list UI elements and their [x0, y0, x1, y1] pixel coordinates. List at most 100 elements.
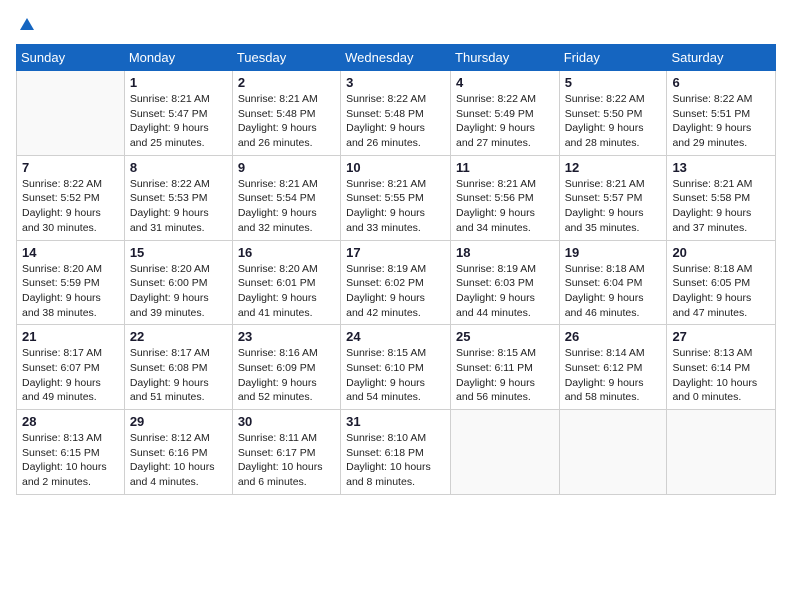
day-info: Sunrise: 8:10 AM Sunset: 6:18 PM Dayligh… — [346, 431, 445, 490]
calendar-cell: 20 Sunrise: 8:18 AM Sunset: 6:05 PM Dayli… — [667, 240, 776, 325]
calendar-cell: 21 Sunrise: 8:17 AM Sunset: 6:07 PM Dayli… — [17, 325, 125, 410]
calendar-cell: 6 Sunrise: 8:22 AM Sunset: 5:51 PM Daylig… — [667, 71, 776, 156]
calendar-cell: 30Sunrise: 8:11 AM Sunset: 6:17 PM Dayli… — [232, 410, 340, 495]
day-number: 15 — [130, 245, 227, 260]
day-info: Sunrise: 8:14 AM Sunset: 6:12 PM Dayligh… — [565, 346, 662, 405]
calendar-cell: 18 Sunrise: 8:19 AM Sunset: 6:03 PM Dayli… — [451, 240, 560, 325]
calendar-cell: 24 Sunrise: 8:15 AM Sunset: 6:10 PM Dayli… — [341, 325, 451, 410]
calendar-cell: 2 Sunrise: 8:21 AM Sunset: 5:48 PM Daylig… — [232, 71, 340, 156]
logo-icon — [18, 16, 36, 34]
calendar-cell: 27 Sunrise: 8:13 AM Sunset: 6:14 PM Dayli… — [667, 325, 776, 410]
calendar-cell: 19 Sunrise: 8:18 AM Sunset: 6:04 PM Dayli… — [559, 240, 667, 325]
day-info: Sunrise: 8:15 AM Sunset: 6:10 PM Dayligh… — [346, 346, 445, 405]
calendar-cell: 25Sunrise: 8:15 AM Sunset: 6:11 PM Dayli… — [451, 325, 560, 410]
calendar-cell: 12 Sunrise: 8:21 AM Sunset: 5:57 PM Dayli… — [559, 155, 667, 240]
column-header-wednesday: Wednesday — [341, 45, 451, 71]
day-number: 22 — [130, 329, 227, 344]
calendar-cell: 26Sunrise: 8:14 AM Sunset: 6:12 PM Dayli… — [559, 325, 667, 410]
calendar-cell: 29 Sunrise: 8:12 AM Sunset: 6:16 PM Dayli… — [124, 410, 232, 495]
calendar-cell: 7 Sunrise: 8:22 AM Sunset: 5:52 PM Daylig… — [17, 155, 125, 240]
day-info: Sunrise: 8:16 AM Sunset: 6:09 PM Dayligh… — [238, 346, 335, 405]
day-number: 24 — [346, 329, 445, 344]
calendar-cell: 5 Sunrise: 8:22 AM Sunset: 5:50 PM Daylig… — [559, 71, 667, 156]
day-info: Sunrise: 8:21 AM Sunset: 5:56 PM Dayligh… — [456, 177, 554, 236]
day-info: Sunrise: 8:19 AM Sunset: 6:02 PM Dayligh… — [346, 262, 445, 321]
day-info: Sunrise: 8:21 AM Sunset: 5:58 PM Dayligh… — [672, 177, 770, 236]
day-number: 23 — [238, 329, 335, 344]
calendar-container: SundayMondayTuesdayWednesdayThursdayFrid… — [0, 0, 792, 612]
column-header-friday: Friday — [559, 45, 667, 71]
day-number: 5 — [565, 75, 662, 90]
calendar-header-row: SundayMondayTuesdayWednesdayThursdayFrid… — [17, 45, 776, 71]
day-info: Sunrise: 8:21 AM Sunset: 5:48 PM Dayligh… — [238, 92, 335, 151]
calendar-cell: 4Sunrise: 8:22 AM Sunset: 5:49 PM Daylig… — [451, 71, 560, 156]
calendar-cell: 31 Sunrise: 8:10 AM Sunset: 6:18 PM Dayli… — [341, 410, 451, 495]
day-number: 11 — [456, 160, 554, 175]
day-number: 2 — [238, 75, 335, 90]
calendar-table: SundayMondayTuesdayWednesdayThursdayFrid… — [16, 44, 776, 495]
day-info: Sunrise: 8:20 AM Sunset: 6:00 PM Dayligh… — [130, 262, 227, 321]
day-number: 27 — [672, 329, 770, 344]
day-info: Sunrise: 8:20 AM Sunset: 5:59 PM Dayligh… — [22, 262, 119, 321]
day-info: Sunrise: 8:18 AM Sunset: 6:05 PM Dayligh… — [672, 262, 770, 321]
day-number: 19 — [565, 245, 662, 260]
day-info: Sunrise: 8:22 AM Sunset: 5:52 PM Dayligh… — [22, 177, 119, 236]
day-info: Sunrise: 8:22 AM Sunset: 5:50 PM Dayligh… — [565, 92, 662, 151]
column-header-saturday: Saturday — [667, 45, 776, 71]
calendar-week-row: 28 Sunrise: 8:13 AM Sunset: 6:15 PM Dayli… — [17, 410, 776, 495]
day-info: Sunrise: 8:22 AM Sunset: 5:48 PM Dayligh… — [346, 92, 445, 151]
day-number: 4 — [456, 75, 554, 90]
column-header-monday: Monday — [124, 45, 232, 71]
day-info: Sunrise: 8:13 AM Sunset: 6:14 PM Dayligh… — [672, 346, 770, 405]
day-number: 16 — [238, 245, 335, 260]
calendar-cell: 9 Sunrise: 8:21 AM Sunset: 5:54 PM Daylig… — [232, 155, 340, 240]
header — [16, 16, 776, 34]
calendar-cell: 13Sunrise: 8:21 AM Sunset: 5:58 PM Dayli… — [667, 155, 776, 240]
day-info: Sunrise: 8:11 AM Sunset: 6:17 PM Dayligh… — [238, 431, 335, 490]
calendar-cell — [559, 410, 667, 495]
calendar-cell: 1 Sunrise: 8:21 AM Sunset: 5:47 PM Daylig… — [124, 71, 232, 156]
calendar-week-row: 14 Sunrise: 8:20 AM Sunset: 5:59 PM Dayli… — [17, 240, 776, 325]
calendar-cell: 11 Sunrise: 8:21 AM Sunset: 5:56 PM Dayli… — [451, 155, 560, 240]
calendar-cell — [667, 410, 776, 495]
calendar-week-row: 1 Sunrise: 8:21 AM Sunset: 5:47 PM Daylig… — [17, 71, 776, 156]
day-number: 21 — [22, 329, 119, 344]
calendar-cell: 15 Sunrise: 8:20 AM Sunset: 6:00 PM Dayli… — [124, 240, 232, 325]
calendar-cell: 22 Sunrise: 8:17 AM Sunset: 6:08 PM Dayli… — [124, 325, 232, 410]
day-number: 7 — [22, 160, 119, 175]
calendar-cell: 3Sunrise: 8:22 AM Sunset: 5:48 PM Daylig… — [341, 71, 451, 156]
day-number: 9 — [238, 160, 335, 175]
day-info: Sunrise: 8:19 AM Sunset: 6:03 PM Dayligh… — [456, 262, 554, 321]
column-header-sunday: Sunday — [17, 45, 125, 71]
day-info: Sunrise: 8:22 AM Sunset: 5:51 PM Dayligh… — [672, 92, 770, 151]
day-number: 6 — [672, 75, 770, 90]
day-info: Sunrise: 8:17 AM Sunset: 6:07 PM Dayligh… — [22, 346, 119, 405]
day-info: Sunrise: 8:21 AM Sunset: 5:57 PM Dayligh… — [565, 177, 662, 236]
logo — [16, 16, 36, 34]
day-info: Sunrise: 8:18 AM Sunset: 6:04 PM Dayligh… — [565, 262, 662, 321]
day-number: 18 — [456, 245, 554, 260]
day-info: Sunrise: 8:21 AM Sunset: 5:47 PM Dayligh… — [130, 92, 227, 151]
day-info: Sunrise: 8:21 AM Sunset: 5:55 PM Dayligh… — [346, 177, 445, 236]
day-info: Sunrise: 8:13 AM Sunset: 6:15 PM Dayligh… — [22, 431, 119, 490]
calendar-cell: 17 Sunrise: 8:19 AM Sunset: 6:02 PM Dayli… — [341, 240, 451, 325]
day-number: 17 — [346, 245, 445, 260]
day-number: 31 — [346, 414, 445, 429]
calendar-cell: 14 Sunrise: 8:20 AM Sunset: 5:59 PM Dayli… — [17, 240, 125, 325]
calendar-cell: 8Sunrise: 8:22 AM Sunset: 5:53 PM Daylig… — [124, 155, 232, 240]
calendar-cell — [451, 410, 560, 495]
day-number: 8 — [130, 160, 227, 175]
column-header-tuesday: Tuesday — [232, 45, 340, 71]
day-number: 20 — [672, 245, 770, 260]
calendar-cell: 28 Sunrise: 8:13 AM Sunset: 6:15 PM Dayli… — [17, 410, 125, 495]
day-number: 25 — [456, 329, 554, 344]
day-info: Sunrise: 8:12 AM Sunset: 6:16 PM Dayligh… — [130, 431, 227, 490]
day-number: 29 — [130, 414, 227, 429]
day-number: 28 — [22, 414, 119, 429]
day-info: Sunrise: 8:21 AM Sunset: 5:54 PM Dayligh… — [238, 177, 335, 236]
day-info: Sunrise: 8:17 AM Sunset: 6:08 PM Dayligh… — [130, 346, 227, 405]
day-number: 14 — [22, 245, 119, 260]
calendar-cell: 10Sunrise: 8:21 AM Sunset: 5:55 PM Dayli… — [341, 155, 451, 240]
day-number: 12 — [565, 160, 662, 175]
day-number: 1 — [130, 75, 227, 90]
